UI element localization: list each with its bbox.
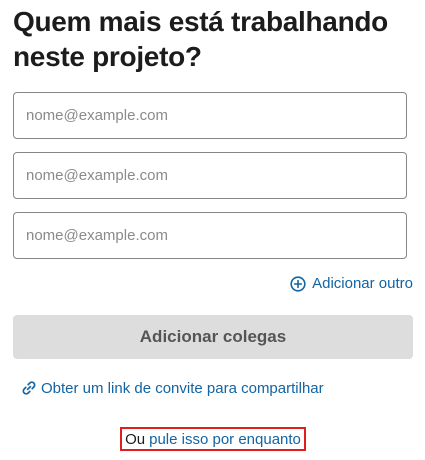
add-another-label: Adicionar outro	[312, 275, 413, 292]
email-field-3[interactable]	[13, 212, 407, 259]
add-another-button[interactable]: Adicionar outro	[290, 275, 413, 292]
plus-circle-icon	[290, 275, 306, 292]
invite-teammates-page: Quem mais está trabalhando neste projeto…	[0, 0, 425, 460]
page-title: Quem mais está trabalhando neste projeto…	[13, 6, 388, 72]
invite-link-label: Obter um link de convite para compartilh…	[41, 379, 324, 397]
email-field-2[interactable]	[13, 152, 407, 199]
skip-prefix: Ou	[125, 430, 146, 448]
link-icon	[20, 379, 38, 397]
skip-link[interactable]: pule isso por enquanto	[149, 431, 301, 448]
invite-link-button[interactable]: Obter um link de convite para compartilh…	[20, 379, 324, 397]
email-field-1[interactable]	[13, 92, 407, 139]
skip-row: Ou pule isso por enquanto	[120, 427, 306, 451]
add-teammates-button[interactable]: Adicionar colegas	[13, 315, 413, 359]
